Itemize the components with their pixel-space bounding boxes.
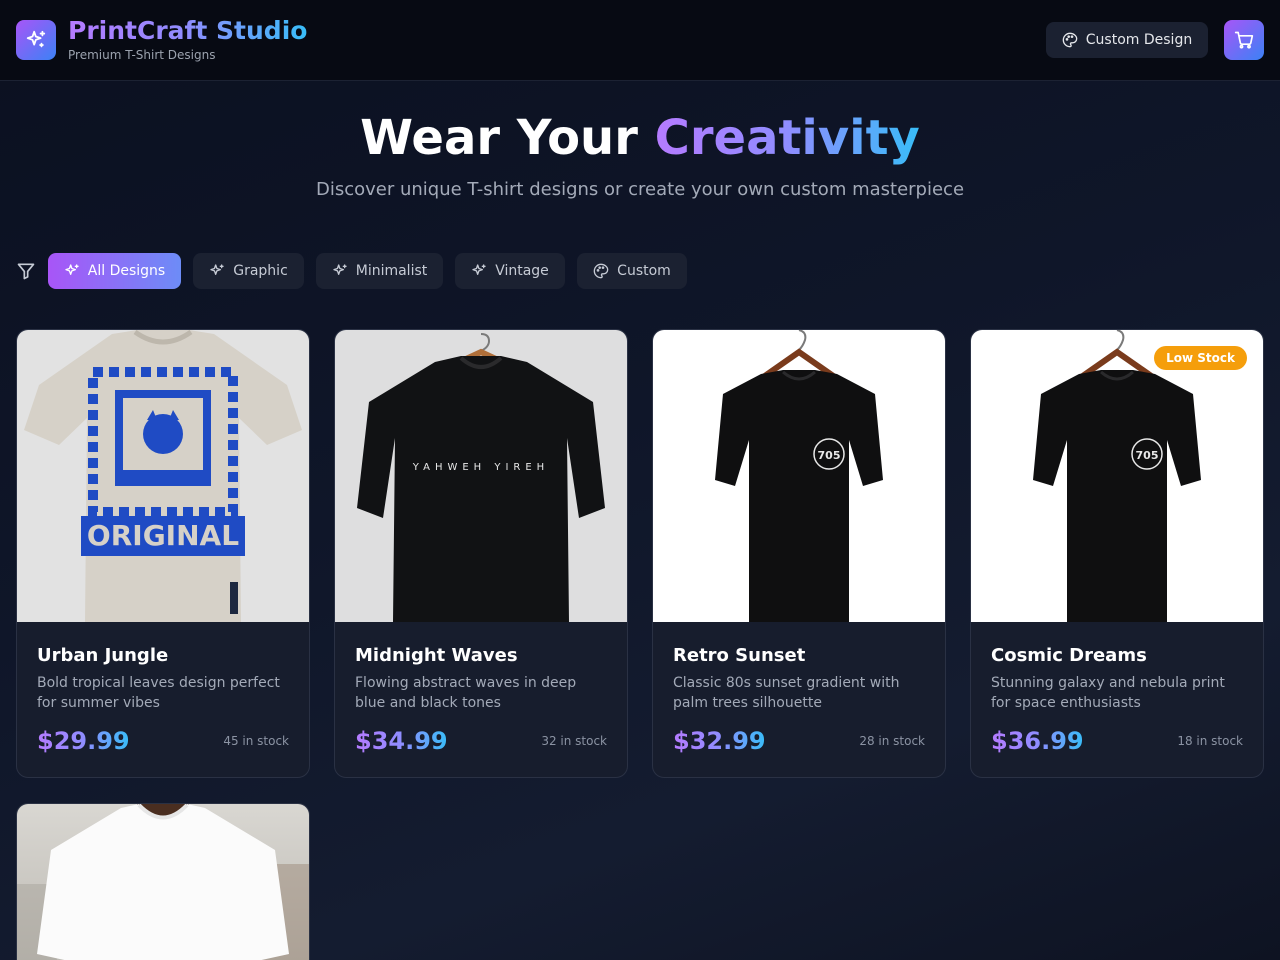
print-text: 705 (1136, 449, 1159, 462)
product-name[interactable]: Retro Sunset (673, 644, 925, 668)
tshirt-image: 705 (1033, 330, 1201, 622)
filter-minimalist[interactable]: Minimalist (316, 253, 443, 289)
tshirt-image: 705 (715, 330, 883, 622)
filter-all-designs[interactable]: All Designs (48, 253, 181, 289)
svg-text:ORIGINAL: ORIGINAL (87, 519, 239, 552)
filter-icon[interactable] (16, 261, 36, 281)
product-description: Bold tropical leaves design perfect for … (37, 675, 280, 711)
filter-graphic[interactable]: Graphic (193, 253, 304, 289)
filter-label: Vintage (495, 263, 549, 279)
custom-design-button[interactable]: Custom Design (1046, 22, 1208, 58)
tshirt-image: ORIGINAL (24, 330, 302, 622)
product-name[interactable]: Midnight Waves (355, 644, 607, 668)
product-name[interactable]: Urban Jungle (37, 644, 289, 668)
logo[interactable] (16, 20, 56, 60)
custom-design-label: Custom Design (1085, 32, 1193, 48)
product-description: Stunning galaxy and nebula print for spa… (991, 675, 1225, 711)
product-name[interactable]: Cosmic Dreams (991, 644, 1243, 668)
hero-title-plain: Wear Your (360, 110, 638, 166)
brand-name[interactable]: PrintCraft Studio (68, 16, 307, 46)
product-description: Classic 80s sunset gradient with palm tr… (673, 675, 900, 711)
product-image[interactable]: ORIGINAL (17, 330, 309, 622)
brand-tagline: Premium T-Shirt Designs (68, 48, 216, 62)
product-image[interactable] (17, 804, 309, 960)
low-stock-badge: Low Stock (1154, 346, 1247, 370)
sparkles-icon (26, 30, 46, 48)
sparkles-icon (472, 264, 486, 275)
hero-title-accent: Creativity (654, 110, 920, 166)
product-card-5[interactable] (16, 803, 310, 960)
filter-label: All Designs (87, 263, 166, 279)
product-image[interactable]: YAHWEH YIREH (335, 330, 627, 622)
hero-subtitle: Discover unique T-shirt designs or creat… (315, 179, 965, 200)
tshirt-image: YAHWEH YIREH (357, 333, 605, 622)
print-text: 705 (818, 449, 841, 462)
filter-custom[interactable]: Custom (577, 253, 687, 289)
product-image[interactable]: 705 (971, 330, 1263, 622)
product-stock: 18 in stock (1177, 734, 1243, 748)
top-header: PrintCraft Studio Premium T-Shirt Design… (0, 0, 1280, 81)
hero-title: Wear Your Creativity (0, 108, 1280, 168)
product-stock: 28 in stock (859, 734, 925, 748)
product-stock: 45 in stock (223, 734, 289, 748)
sparkles-icon (65, 264, 79, 275)
sparkles-icon (210, 264, 224, 275)
filter-label: Custom (617, 263, 671, 279)
product-price: $36.99 (991, 727, 1084, 755)
shopping-cart-icon (1234, 31, 1254, 49)
product-stock: 32 in stock (541, 734, 607, 748)
product-card-midnight-waves[interactable]: YAHWEH YIREH Midnight Waves Flowing abst… (334, 329, 628, 778)
product-image[interactable]: 705 (653, 330, 945, 622)
filter-label: Minimalist (355, 263, 428, 279)
product-card-cosmic-dreams[interactable]: 705 Low Stock Cosmic Dreams Stunning gal… (970, 329, 1264, 778)
product-card-retro-sunset[interactable]: 705 Retro Sunset Classic 80s sunset grad… (652, 329, 946, 778)
filter-label: Graphic (233, 263, 288, 279)
filter-vintage[interactable]: Vintage (455, 253, 565, 289)
product-description: Flowing abstract waves in deep blue and … (355, 675, 577, 711)
tshirt-image (17, 804, 309, 960)
product-card-urban-jungle[interactable]: ORIGINAL Urban Jungle Bold tropical leav… (16, 329, 310, 778)
product-price: $29.99 (37, 727, 130, 755)
print-text: YAHWEH YIREH (412, 462, 549, 473)
product-price: $34.99 (355, 727, 448, 755)
cart-button[interactable] (1224, 20, 1264, 60)
sparkles-icon (333, 264, 347, 275)
palette-icon (593, 263, 609, 279)
product-price: $32.99 (673, 727, 766, 755)
palette-icon (1062, 32, 1078, 48)
